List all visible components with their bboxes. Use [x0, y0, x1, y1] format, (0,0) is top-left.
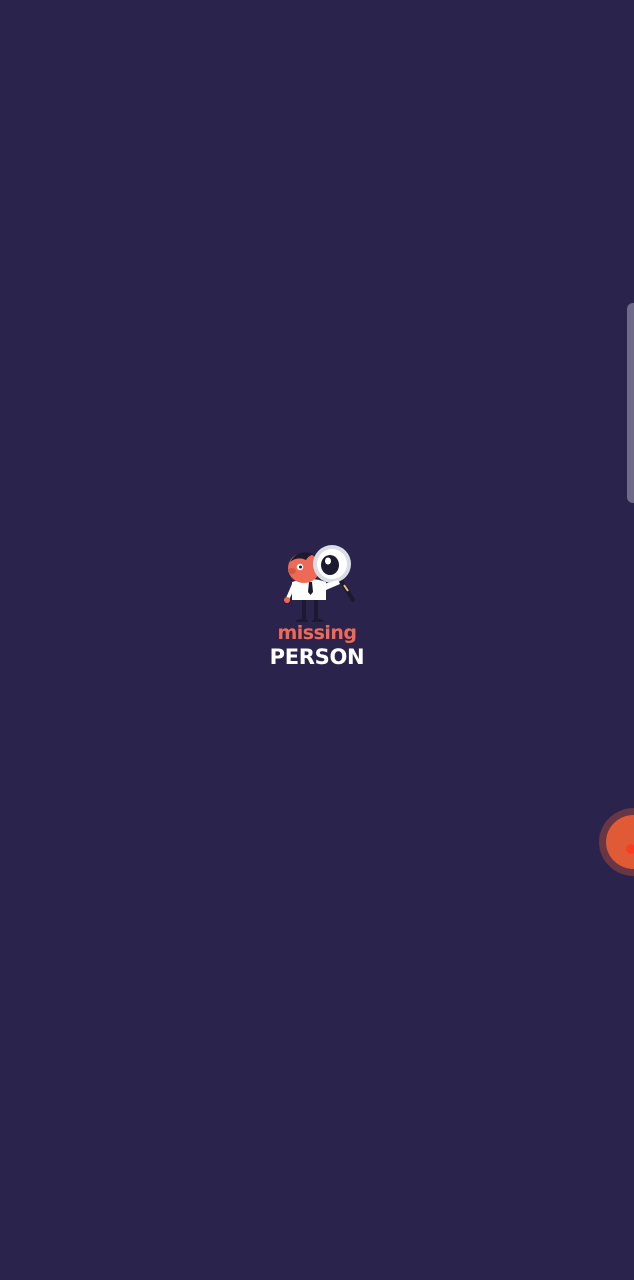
edge-panel-handle[interactable] — [627, 303, 634, 503]
logo-text-person: PERSON — [269, 645, 365, 669]
floating-bubble-inner — [606, 815, 634, 869]
floating-record-button[interactable] — [599, 808, 634, 876]
record-dot-icon — [626, 844, 634, 854]
splash-screen: missing PERSON — [0, 0, 634, 1280]
app-logo: missing PERSON — [262, 540, 372, 675]
detective-magnifier-icon — [284, 545, 355, 622]
logo-text-missing: missing — [277, 622, 357, 644]
